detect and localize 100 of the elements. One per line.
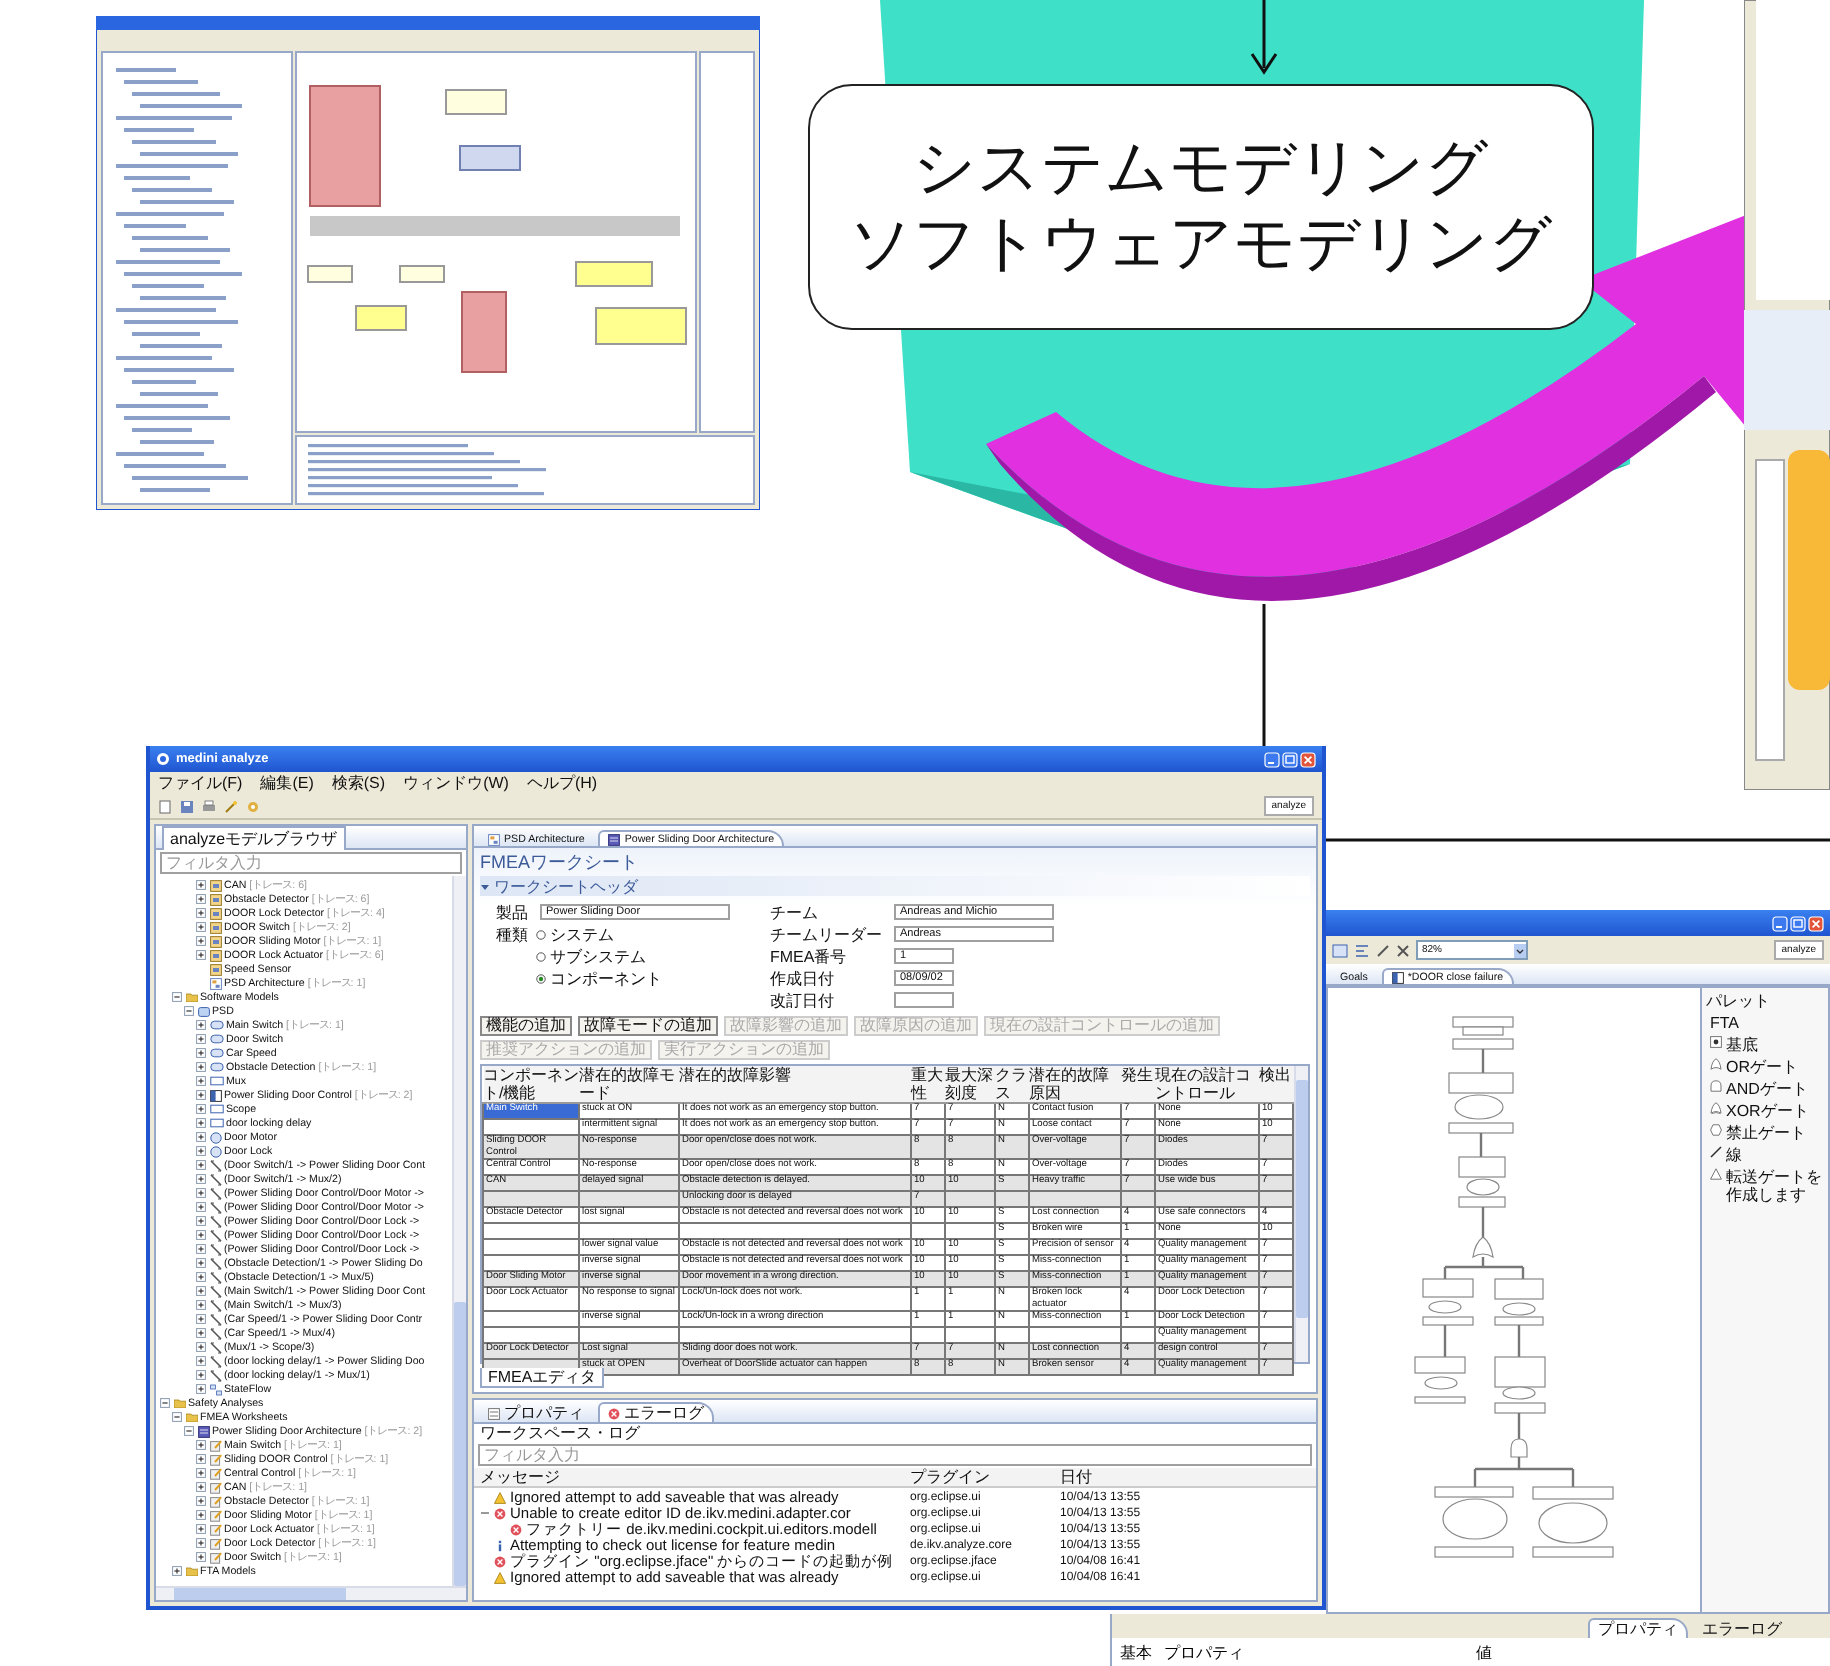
column-header: 日付 bbox=[1060, 1468, 1094, 1486]
wand-icon[interactable] bbox=[224, 799, 238, 813]
expander-icon[interactable] bbox=[196, 1258, 206, 1268]
close-icon[interactable] bbox=[1808, 915, 1824, 931]
expander-icon[interactable] bbox=[196, 1524, 206, 1534]
view-tab[interactable]: エラーログ bbox=[598, 1402, 714, 1422]
expander-icon[interactable] bbox=[196, 1286, 206, 1296]
add-button[interactable]: 故障モードの追加 bbox=[578, 1016, 718, 1036]
expander-icon[interactable] bbox=[196, 1356, 206, 1366]
expander-icon[interactable] bbox=[196, 1076, 206, 1086]
expander-icon[interactable] bbox=[196, 1328, 206, 1338]
expander-icon[interactable] bbox=[172, 992, 182, 1002]
expander-icon[interactable] bbox=[196, 1454, 206, 1464]
expander-icon[interactable] bbox=[196, 950, 206, 960]
warning-icon bbox=[494, 1571, 506, 1583]
toggle-icon[interactable] bbox=[480, 881, 490, 891]
column-header: 検出 bbox=[1259, 1066, 1293, 1103]
expander-icon[interactable] bbox=[196, 1216, 206, 1226]
expander-icon[interactable] bbox=[196, 936, 206, 946]
expander-icon[interactable] bbox=[196, 1384, 206, 1394]
expander-icon[interactable] bbox=[196, 1314, 206, 1324]
expander-icon[interactable] bbox=[196, 1272, 206, 1282]
section-tab[interactable]: 基本 bbox=[1120, 1641, 1152, 1663]
palette-item[interactable]: ORゲート bbox=[1726, 1058, 1798, 1076]
expander-icon[interactable] bbox=[196, 1482, 206, 1492]
expander-icon[interactable] bbox=[172, 1566, 182, 1576]
expander-icon[interactable] bbox=[196, 1034, 206, 1044]
menu-item[interactable]: ファイル(F) bbox=[158, 772, 243, 794]
expander-icon[interactable] bbox=[196, 1468, 206, 1478]
field-label: 種類 bbox=[496, 923, 530, 945]
minimize-icon[interactable] bbox=[1772, 915, 1788, 931]
expander-icon[interactable] bbox=[184, 1006, 194, 1016]
expander-icon[interactable] bbox=[196, 880, 206, 890]
add-button[interactable]: 機能の追加 bbox=[480, 1016, 572, 1036]
expander-icon[interactable] bbox=[184, 1426, 194, 1436]
column-header: プロパティ bbox=[1164, 1641, 1246, 1663]
expander-icon[interactable] bbox=[196, 1132, 206, 1142]
field-label: チーム bbox=[770, 901, 820, 923]
expander-icon[interactable] bbox=[196, 908, 206, 918]
column-header: 潜在的故障影響 bbox=[679, 1066, 911, 1103]
expander-icon[interactable] bbox=[196, 1244, 206, 1254]
minimize-icon[interactable] bbox=[1264, 751, 1280, 767]
maximize-icon[interactable] bbox=[1790, 915, 1806, 931]
print-icon[interactable] bbox=[202, 799, 216, 813]
expander-icon[interactable] bbox=[196, 1188, 206, 1198]
expander-icon[interactable] bbox=[172, 1412, 182, 1422]
palette-group[interactable]: FTA bbox=[1706, 1014, 1824, 1032]
column-header: メッセージ bbox=[480, 1468, 562, 1486]
menu-item[interactable]: 検索(S) bbox=[331, 772, 386, 794]
palette-item[interactable]: XORゲート bbox=[1726, 1102, 1809, 1120]
expander-icon[interactable] bbox=[196, 1146, 206, 1156]
maximize-icon[interactable] bbox=[1282, 751, 1298, 767]
expander-icon[interactable] bbox=[196, 1342, 206, 1352]
filter-field[interactable]: フィルタ入力 bbox=[478, 1444, 1312, 1466]
menu-item[interactable]: ウィンドウ(W) bbox=[403, 772, 509, 794]
align-icon[interactable] bbox=[1354, 943, 1370, 957]
expander-icon[interactable] bbox=[196, 1062, 206, 1072]
palette-item[interactable]: ANDゲート bbox=[1726, 1080, 1808, 1098]
radio-button[interactable] bbox=[536, 951, 546, 961]
menu-item[interactable]: 編集(E) bbox=[260, 772, 314, 794]
expander-icon[interactable] bbox=[196, 1104, 206, 1114]
palette-item[interactable]: 転送ゲートを作成します bbox=[1726, 1168, 1824, 1204]
palette-item[interactable]: 基底 bbox=[1726, 1036, 1758, 1054]
expander-icon[interactable] bbox=[196, 1118, 206, 1128]
view-tab[interactable]: プロパティ bbox=[1588, 1618, 1688, 1638]
expander-icon[interactable] bbox=[196, 1496, 206, 1506]
expander-icon[interactable] bbox=[196, 1538, 206, 1548]
delete-icon[interactable] bbox=[1396, 943, 1410, 957]
radio-button[interactable] bbox=[536, 929, 546, 939]
close-icon[interactable] bbox=[1300, 751, 1316, 767]
save-icon[interactable] bbox=[180, 799, 194, 813]
expander-icon[interactable] bbox=[196, 1510, 206, 1520]
expander-icon[interactable] bbox=[196, 1230, 206, 1240]
radio-button[interactable] bbox=[536, 973, 546, 983]
editor-page-tab[interactable]: FMEAエディタ bbox=[480, 1368, 605, 1388]
expander-icon[interactable] bbox=[196, 1440, 206, 1450]
expander-icon[interactable] bbox=[196, 1160, 206, 1170]
expander-icon[interactable] bbox=[196, 1552, 206, 1562]
expander-icon[interactable] bbox=[196, 1090, 206, 1100]
chart-block-icon bbox=[209, 1089, 221, 1101]
expander-icon[interactable] bbox=[160, 1398, 170, 1408]
field-label: 作成日付 bbox=[770, 967, 836, 989]
filter-field[interactable]: フィルタ入力 bbox=[160, 852, 462, 874]
expander-icon[interactable] bbox=[196, 922, 206, 932]
view-tab[interactable]: analyzeモデルブラウザ bbox=[162, 825, 346, 849]
expander-icon[interactable] bbox=[196, 1020, 206, 1030]
pencil-icon[interactable] bbox=[1376, 943, 1390, 957]
expander-icon[interactable] bbox=[196, 1174, 206, 1184]
input-field[interactable] bbox=[894, 992, 954, 1008]
expander-icon[interactable] bbox=[196, 1048, 206, 1058]
menu-item[interactable]: ヘルプ(H) bbox=[526, 772, 598, 794]
palette-item[interactable]: 禁止ゲート bbox=[1726, 1124, 1806, 1142]
expander-icon[interactable] bbox=[196, 1202, 206, 1212]
expander-icon[interactable] bbox=[196, 1300, 206, 1310]
palette-item[interactable]: 線 bbox=[1726, 1146, 1742, 1164]
view-tab[interactable]: エラーログ bbox=[1692, 1618, 1792, 1638]
label-text: システムモデリング bbox=[913, 133, 1489, 205]
view-tab[interactable]: プロパティ bbox=[478, 1402, 594, 1422]
expander-icon[interactable] bbox=[196, 1370, 206, 1380]
expander-icon[interactable] bbox=[196, 894, 206, 904]
